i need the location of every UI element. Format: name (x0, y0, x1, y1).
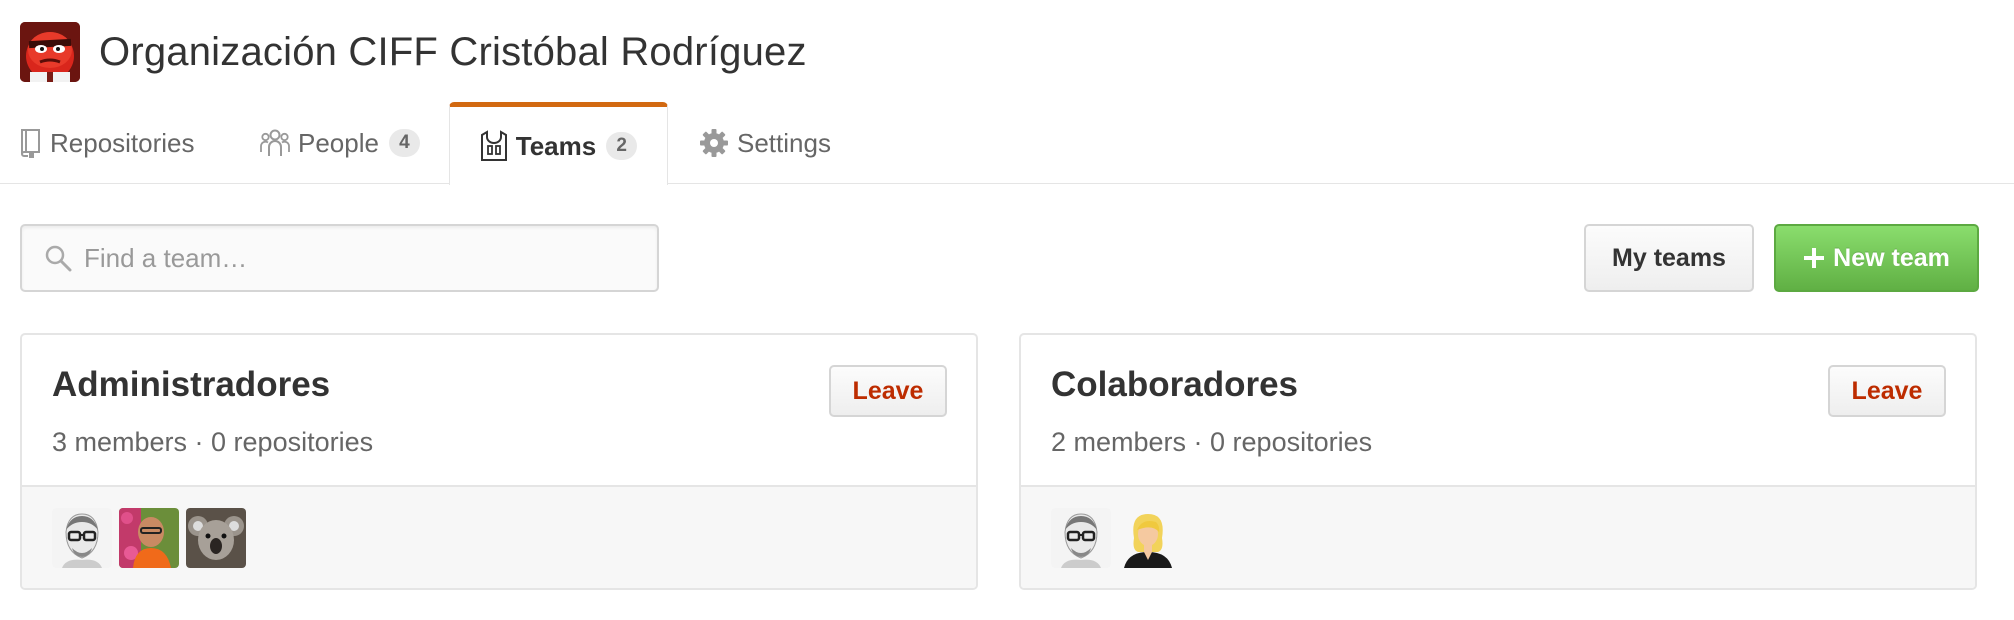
org-header: Organización CIFF Cristóbal Rodríguez (20, 22, 807, 82)
tab-repositories-label: Repositories (50, 127, 195, 158)
red-character-icon (20, 22, 80, 82)
tab-people-label: People (298, 127, 379, 158)
tab-settings[interactable]: Settings (699, 102, 831, 184)
org-avatar[interactable] (20, 22, 80, 82)
teams-count-badge: 2 (606, 132, 638, 160)
leave-label: Leave (1851, 376, 1923, 405)
man-with-glasses-icon (52, 507, 112, 568)
search-icon (44, 244, 72, 272)
team-search-box (20, 224, 659, 292)
org-nav-tabs: Repositories People 4 Teams 2 Settings (0, 102, 2014, 185)
leave-team-button[interactable]: Leave (1828, 365, 1946, 417)
plus-icon (1803, 247, 1825, 269)
member-avatar[interactable] (1051, 507, 1111, 568)
tab-people[interactable]: People 4 (260, 102, 420, 184)
man-with-glasses-icon (1051, 507, 1111, 568)
jersey-icon (480, 130, 508, 162)
people-icon (260, 128, 290, 158)
team-card-colaboradores: Colaboradores 2 members · 0 repositories… (1019, 333, 1977, 590)
repo-icon (20, 128, 42, 158)
man-orange-shirt-icon (119, 507, 179, 568)
member-avatar[interactable] (119, 507, 179, 568)
team-search-input[interactable] (84, 242, 644, 274)
member-avatar[interactable] (1118, 507, 1178, 568)
member-avatar[interactable] (52, 507, 112, 568)
people-count-badge: 4 (388, 129, 420, 157)
blonde-woman-icon (1118, 507, 1178, 568)
team-members-strip (1021, 485, 1975, 588)
org-title: Organización CIFF Cristóbal Rodríguez (99, 29, 807, 74)
tab-settings-label: Settings (737, 127, 831, 158)
koala-icon (186, 507, 246, 568)
member-avatar[interactable] (186, 507, 246, 568)
my-teams-button[interactable]: My teams (1584, 224, 1754, 292)
new-team-button[interactable]: New team (1774, 224, 1979, 292)
new-team-label: New team (1833, 243, 1950, 272)
team-name[interactable]: Administradores (52, 365, 330, 405)
tab-teams[interactable]: Teams 2 (449, 102, 668, 185)
tab-teams-label: Teams (515, 130, 597, 161)
team-meta: 3 members · 0 repositories (52, 427, 374, 457)
leave-team-button[interactable]: Leave (829, 365, 947, 417)
leave-label: Leave (852, 376, 924, 405)
my-teams-label: My teams (1612, 243, 1726, 272)
team-name[interactable]: Colaboradores (1051, 365, 1298, 405)
tab-repositories[interactable]: Repositories (20, 102, 195, 184)
gear-icon (699, 128, 729, 158)
team-meta: 2 members · 0 repositories (1051, 427, 1373, 457)
team-card-administradores: Administradores 3 members · 0 repositori… (20, 333, 978, 590)
team-members-strip (22, 485, 976, 588)
